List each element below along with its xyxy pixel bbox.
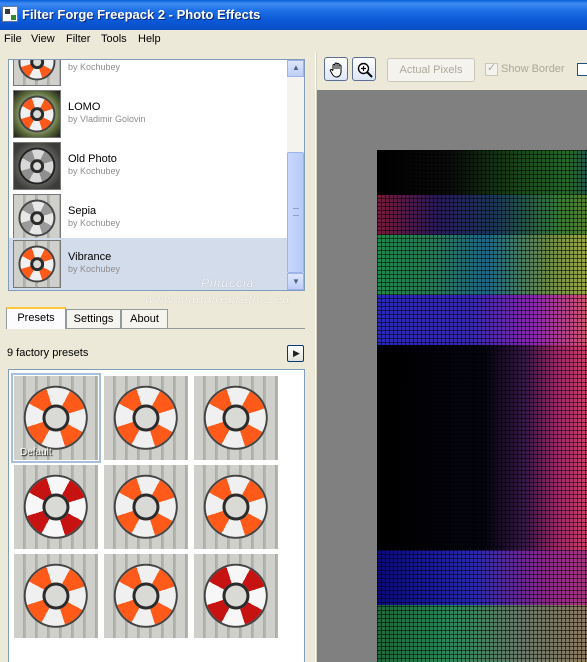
app-icon[interactable] <box>2 6 18 22</box>
menu-help[interactable]: Help <box>138 33 161 45</box>
show-border-label: Show Border <box>501 63 565 75</box>
preset-thumb[interactable] <box>194 376 278 460</box>
filter-thumbnail <box>13 60 61 86</box>
filter-item-old-photo[interactable]: Old Photo by Kochubey <box>9 140 287 192</box>
pixel-grid-overlay <box>377 150 587 662</box>
preset-thumb[interactable] <box>104 554 188 638</box>
zoom-tool-button[interactable] <box>352 57 376 81</box>
watermark-name: Pinuccia <box>201 276 255 290</box>
show-border-checkbox[interactable] <box>485 61 498 76</box>
scroll-thumb[interactable] <box>287 152 304 273</box>
tab-presets[interactable]: Presets <box>6 307 66 329</box>
preset-thumb[interactable] <box>14 465 98 549</box>
panel-tabs: Presets Settings About <box>6 307 306 329</box>
preset-thumb[interactable] <box>14 554 98 638</box>
arrow-right-icon: ▶ <box>293 348 300 358</box>
filter-thumbnail <box>13 194 61 242</box>
filter-name: LOMO <box>68 101 101 113</box>
filter-name: Sepia <box>68 205 97 217</box>
preset-grid: Default <box>8 369 305 662</box>
filter-name: Old Photo <box>68 153 117 165</box>
scroll-down-button[interactable]: ▼ <box>287 273 304 290</box>
preset-label: Default <box>20 447 52 458</box>
filter-item[interactable]: by Kochubey <box>9 60 287 88</box>
filter-thumbnail <box>13 240 61 288</box>
option-checkbox[interactable] <box>577 63 587 76</box>
menu-view[interactable]: View <box>31 33 55 45</box>
menu-bar: File View Filter Tools Help <box>0 30 587 50</box>
presets-menu-button[interactable]: ▶ <box>287 345 304 362</box>
preset-thumb[interactable]: Default <box>11 373 101 463</box>
menu-file[interactable]: File <box>4 33 22 45</box>
preset-thumb[interactable] <box>104 465 188 549</box>
filter-author: by Kochubey <box>68 218 121 228</box>
filter-thumbnail <box>13 90 61 138</box>
tab-about[interactable]: About <box>121 309 168 329</box>
preview-image <box>377 150 587 662</box>
filter-list-scrollbar[interactable]: ▲ ▼ <box>287 60 304 290</box>
preview-area[interactable] <box>317 90 587 662</box>
title-bar[interactable]: Filter Forge Freepack 2 - Photo Effects <box>0 0 587 30</box>
zoom-icon <box>357 62 373 78</box>
menu-filter[interactable]: Filter <box>66 33 90 45</box>
filter-author: by Kochubey <box>68 166 121 176</box>
filter-list[interactable]: by Kochubey LOMO by Vladimir Golovin Old… <box>8 59 305 291</box>
window-title: Filter Forge Freepack 2 - Photo Effects <box>22 7 261 22</box>
grip-icon <box>293 208 299 216</box>
filter-author: by Kochubey <box>68 264 121 274</box>
filter-name: Vibrance <box>68 251 112 263</box>
watermark-url: www.maddiregrafics.eu <box>145 292 291 306</box>
menu-tools[interactable]: Tools <box>101 33 127 45</box>
presets-count: 9 factory presets <box>7 347 89 359</box>
filter-author: by Vladimir Golovin <box>68 114 146 124</box>
tab-settings[interactable]: Settings <box>66 309 121 329</box>
filter-item-lomo[interactable]: LOMO by Vladimir Golovin <box>9 88 287 140</box>
filter-item-sepia[interactable]: Sepia by Kochubey <box>9 192 287 244</box>
hand-icon <box>329 62 342 78</box>
preset-thumb[interactable] <box>194 465 278 549</box>
actual-pixels-button[interactable]: Actual Pixels <box>387 58 475 82</box>
filter-author: by Kochubey <box>68 62 121 72</box>
preset-thumb[interactable] <box>104 376 188 460</box>
hand-tool-button[interactable] <box>324 57 348 81</box>
filter-thumbnail <box>13 142 61 190</box>
scroll-up-button[interactable]: ▲ <box>287 60 304 77</box>
app-window: Filter Forge Freepack 2 - Photo Effects … <box>0 0 587 662</box>
preset-thumb[interactable] <box>194 554 278 638</box>
